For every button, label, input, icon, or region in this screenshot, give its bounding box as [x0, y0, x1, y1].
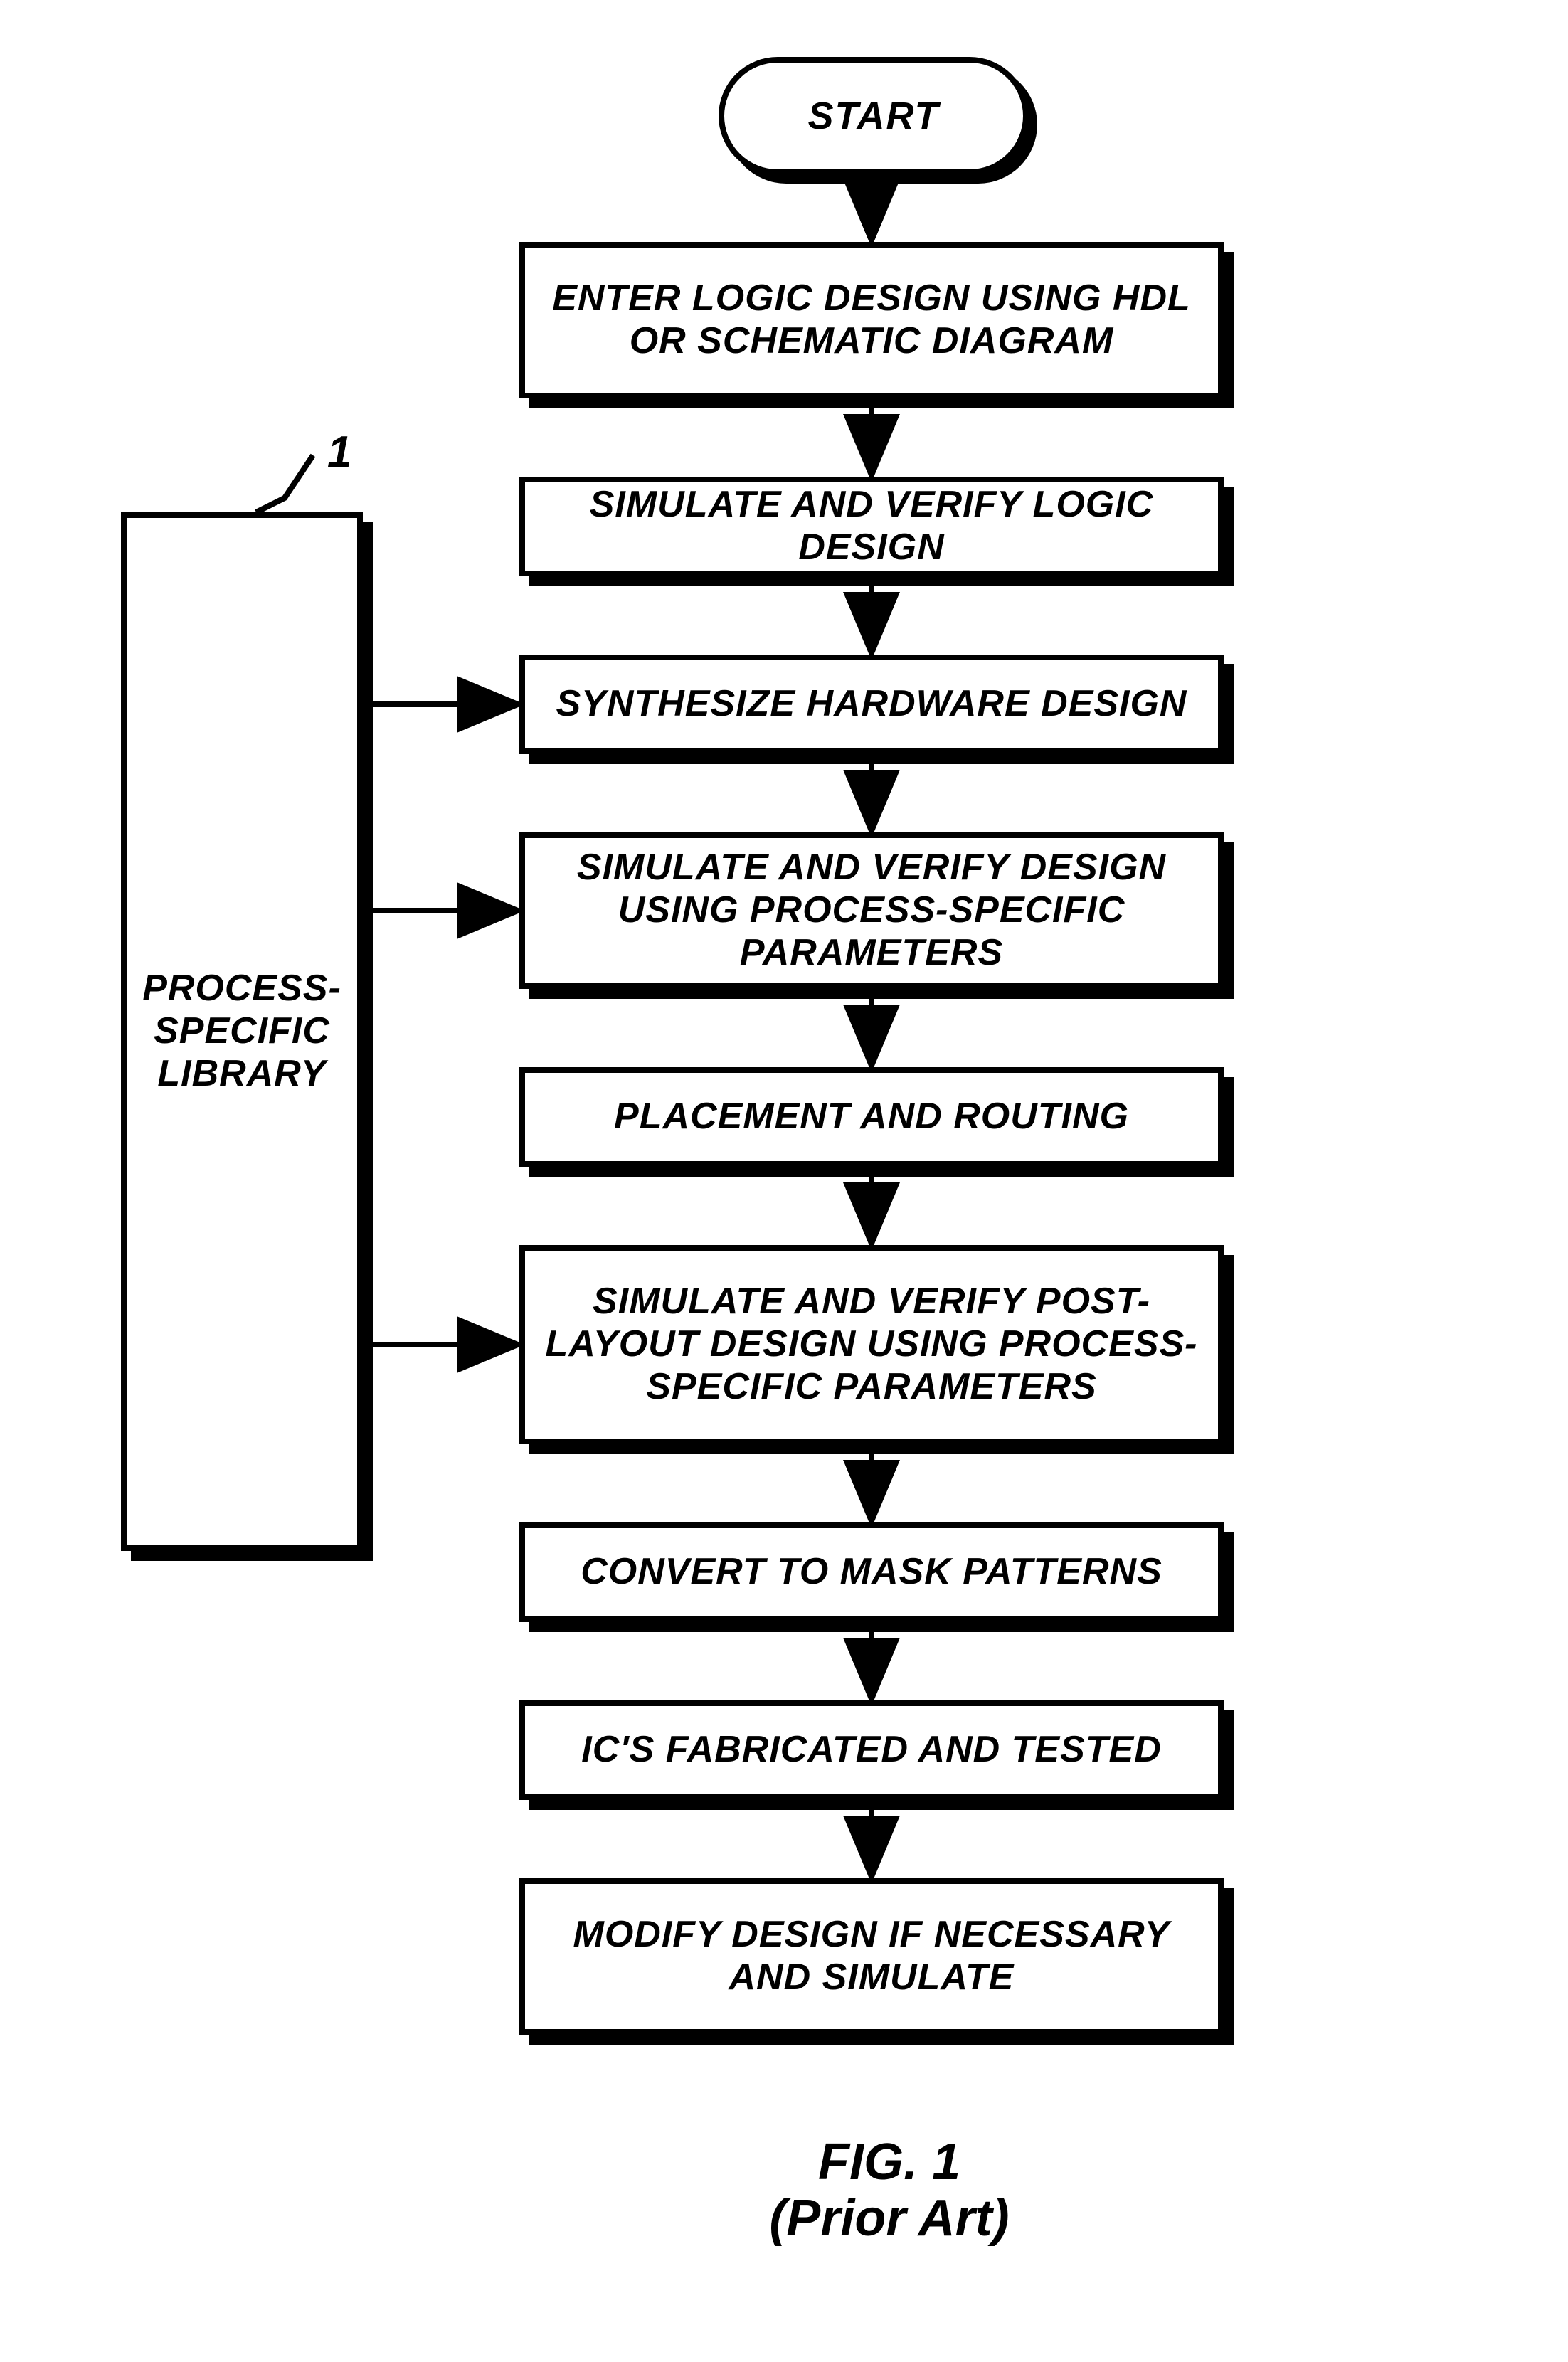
- step-fabricated-tested: IC'S FABRICATED AND TESTED: [519, 1700, 1224, 1800]
- step-text: IC'S FABRICATED AND TESTED: [581, 1729, 1162, 1772]
- step-simulate-process-specific: SIMULATE AND VERIFY DESIGN USING PROCESS…: [519, 832, 1224, 989]
- start-label: START: [808, 94, 940, 138]
- step-simulate-post-layout: SIMULATE AND VERIFY POST-LAYOUT DESIGN U…: [519, 1245, 1224, 1444]
- step-enter-logic-design: ENTER LOGIC DESIGN USING HDL OR SCHEMATI…: [519, 242, 1224, 398]
- library-reference-number: 1: [327, 427, 351, 477]
- step-text: MODIFY DESIGN IF NECESSARY AND SIMULATE: [539, 1914, 1204, 1999]
- step-simulate-logic: SIMULATE AND VERIFY LOGIC DESIGN: [519, 477, 1224, 576]
- step-placement-routing: PLACEMENT AND ROUTING: [519, 1067, 1224, 1167]
- step-text: PLACEMENT AND ROUTING: [614, 1096, 1129, 1138]
- step-text: SIMULATE AND VERIFY DESIGN USING PROCESS…: [539, 847, 1204, 974]
- step-synthesize: SYNTHESIZE HARDWARE DESIGN: [519, 655, 1224, 754]
- step-modify-design: MODIFY DESIGN IF NECESSARY AND SIMULATE: [519, 1878, 1224, 2035]
- figure-number: FIG. 1: [569, 2134, 1209, 2191]
- step-text: SIMULATE AND VERIFY POST-LAYOUT DESIGN U…: [539, 1281, 1204, 1408]
- flowchart-page: START ENTER LOGIC DESIGN USING HDL OR SC…: [0, 0, 1568, 2362]
- step-text: SYNTHESIZE HARDWARE DESIGN: [556, 683, 1187, 726]
- process-specific-library: PROCESS- SPECIFIC LIBRARY: [121, 512, 363, 1551]
- step-text: SIMULATE AND VERIFY LOGIC DESIGN: [539, 484, 1204, 569]
- figure-prior-art: (Prior Art): [569, 2191, 1209, 2247]
- step-text: ENTER LOGIC DESIGN USING HDL OR SCHEMATI…: [539, 277, 1204, 363]
- step-text: CONVERT TO MASK PATTERNS: [581, 1551, 1162, 1594]
- step-convert-mask: CONVERT TO MASK PATTERNS: [519, 1522, 1224, 1622]
- start-terminator: START: [719, 57, 1029, 175]
- figure-caption: FIG. 1 (Prior Art): [569, 2134, 1209, 2247]
- library-label: PROCESS- SPECIFIC LIBRARY: [141, 968, 343, 1095]
